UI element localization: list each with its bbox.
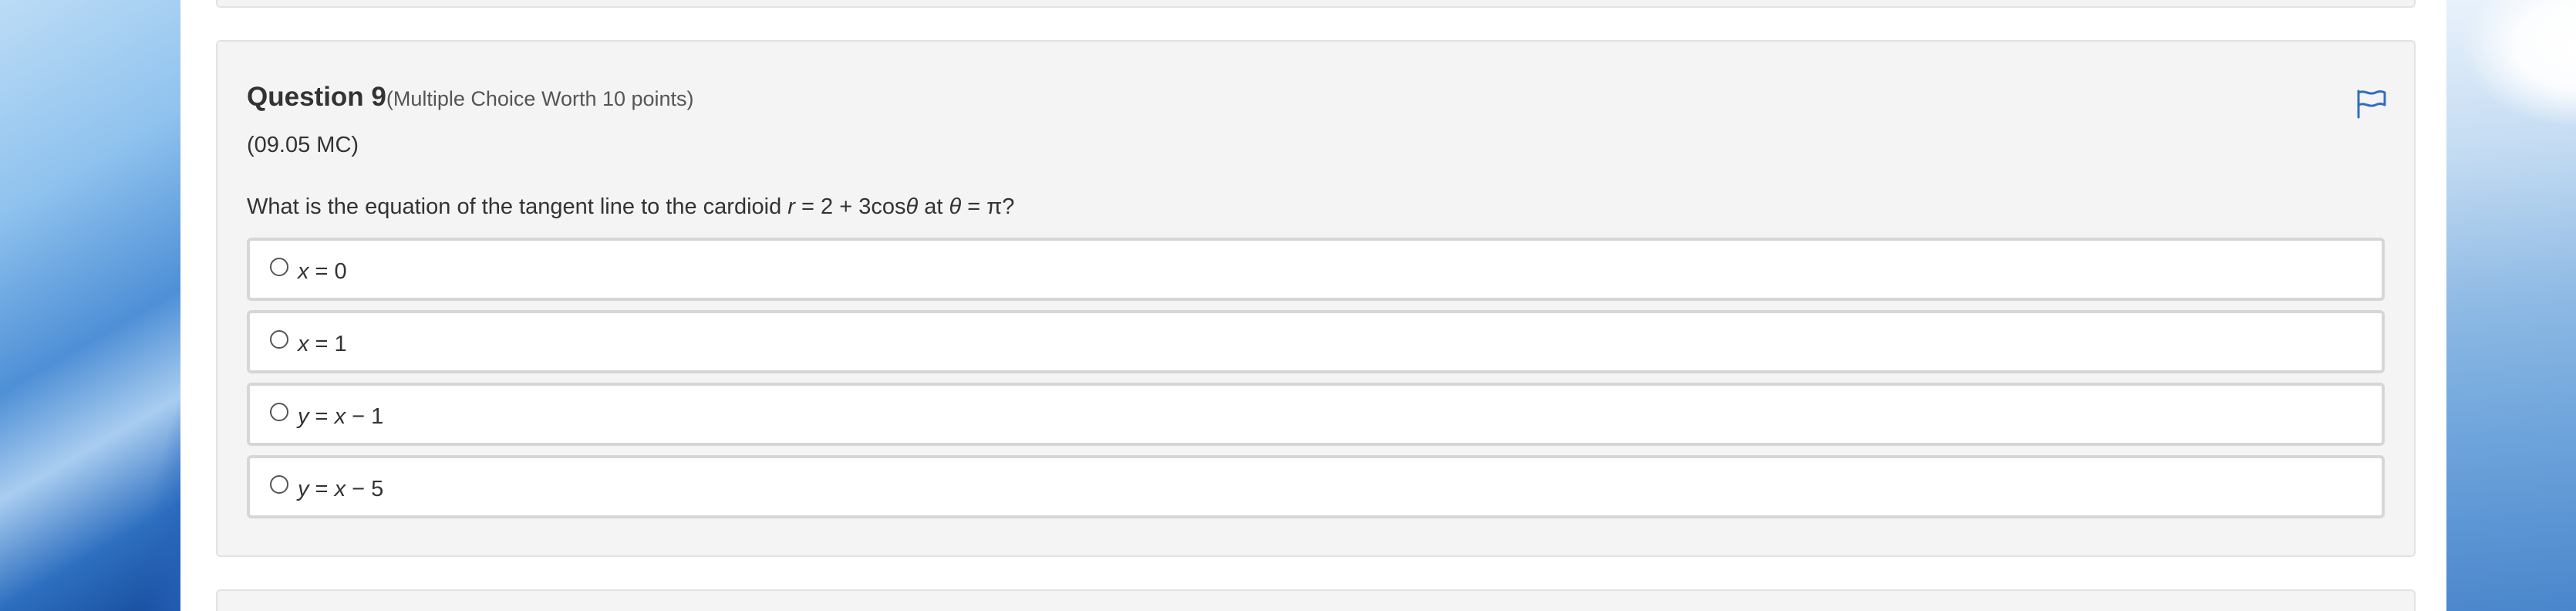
option-text: − 5 (346, 477, 384, 501)
option-variable: x (298, 259, 309, 284)
background-right (2446, 0, 2576, 611)
answer-option-label: x = 1 (298, 332, 347, 357)
answer-option-3[interactable]: y = x − 1 (247, 383, 2385, 446)
option-text: = (309, 404, 335, 429)
page-content: Question 9(Multiple Choice Worth 10 poin… (180, 0, 2446, 611)
previous-question-card (216, 0, 2416, 8)
radio-button[interactable] (270, 330, 288, 349)
question-text-part: What is the equation of the tangent line… (247, 194, 788, 219)
question-text-part: = π? (961, 194, 1015, 219)
option-text: − 1 (346, 404, 384, 429)
option-text: = 1 (309, 332, 347, 356)
answer-option-4[interactable]: y = x − 5 (247, 455, 2385, 518)
radio-button[interactable] (270, 403, 288, 421)
answer-option-label: x = 0 (298, 259, 347, 285)
question-text-part: at (918, 194, 949, 219)
flag-button[interactable] (2355, 88, 2388, 119)
answer-option-1[interactable]: x = 0 (247, 238, 2385, 301)
option-variable: y (298, 404, 309, 429)
option-variable: y (298, 477, 309, 501)
question-subtitle: (Multiple Choice Worth 10 points) (386, 87, 694, 110)
radio-button[interactable] (270, 475, 288, 494)
theta-variable: θ (905, 194, 919, 219)
theta-variable: θ (949, 194, 962, 219)
option-variable: x (298, 332, 309, 356)
r-variable: r (787, 194, 795, 219)
background-left (0, 0, 180, 611)
question-header: Question 9(Multiple Choice Worth 10 poin… (247, 82, 694, 113)
radio-button[interactable] (270, 258, 288, 276)
answer-options: x = 0 x = 1 y = x − 1 y = x − 5 (247, 238, 2385, 528)
question-text: What is the equation of the tangent line… (247, 194, 1014, 220)
question-card: Question 9(Multiple Choice Worth 10 poin… (216, 40, 2416, 557)
question-title: Question 9 (247, 82, 386, 112)
answer-option-2[interactable]: x = 1 (247, 310, 2385, 373)
question-code: (09.05 MC) (247, 133, 359, 157)
answer-option-label: y = x − 5 (298, 477, 383, 502)
next-question-card (216, 589, 2416, 611)
option-text: = (309, 477, 335, 501)
flag-icon (2357, 89, 2386, 119)
answer-option-label: y = x − 1 (298, 404, 383, 430)
question-text-part: = 2 + 3cos (794, 194, 906, 219)
option-text: = 0 (309, 259, 347, 284)
option-variable: x (334, 404, 346, 429)
option-variable: x (334, 477, 346, 501)
